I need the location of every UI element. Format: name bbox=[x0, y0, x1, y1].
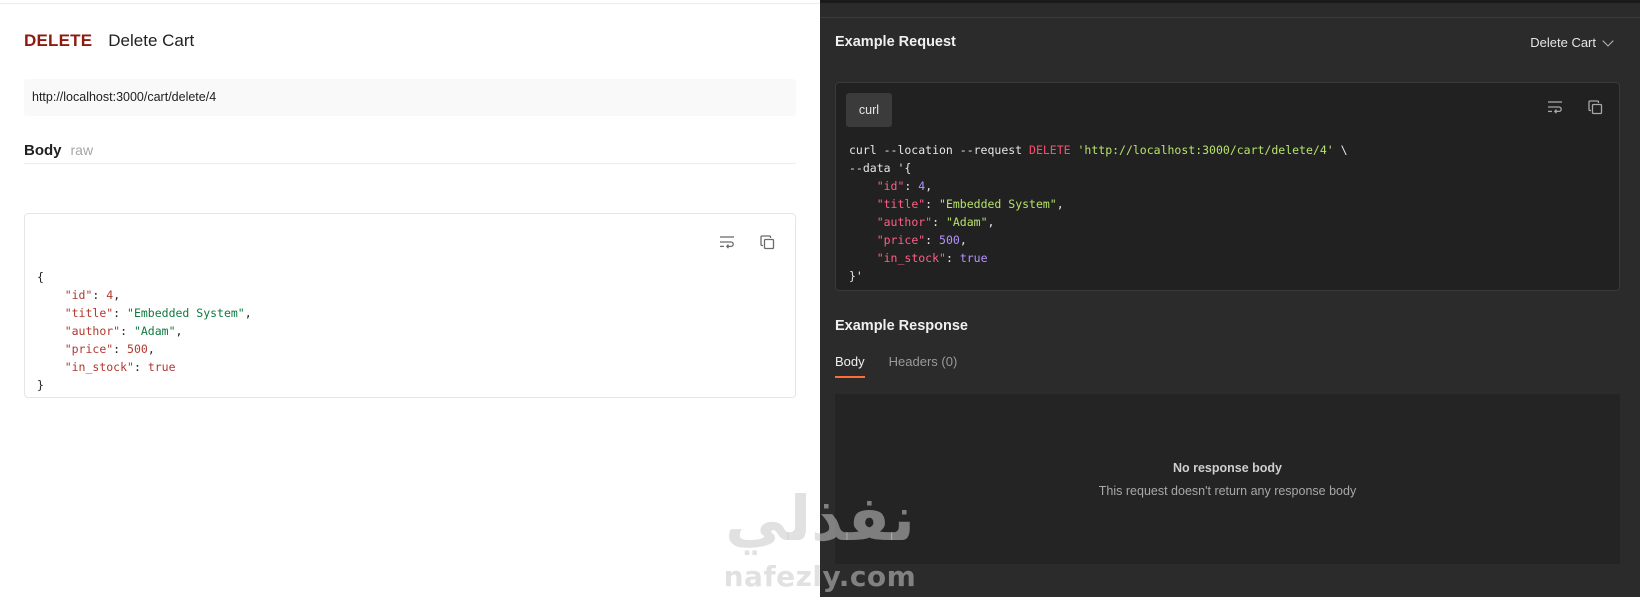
empty-state-subtitle: This request doesn't return any response… bbox=[1098, 484, 1357, 498]
top-divider bbox=[0, 3, 820, 4]
json-value: "Adam" bbox=[133, 324, 176, 338]
request-body-code: { "id": 4, "title": "Embedded System", "… bbox=[24, 213, 796, 398]
wrap-text-icon[interactable] bbox=[1543, 95, 1567, 119]
curl-snippet: curl --location --request DELETE 'http:/… bbox=[849, 143, 1348, 283]
json-value: 500 bbox=[127, 342, 148, 356]
tab-body[interactable]: Body bbox=[835, 354, 865, 378]
wrap-text-icon[interactable] bbox=[715, 230, 739, 254]
body-label: Body bbox=[24, 142, 62, 159]
body-mode: raw bbox=[70, 142, 94, 158]
response-tabs: Body Headers (0) bbox=[835, 354, 957, 378]
json-key: "in_stock" bbox=[64, 360, 134, 374]
json-key: "id" bbox=[64, 288, 93, 302]
copy-icon[interactable] bbox=[755, 230, 779, 254]
json-key: "price" bbox=[64, 342, 114, 356]
json-close-brace: } bbox=[37, 378, 44, 392]
json-comma: , bbox=[113, 288, 121, 302]
json-body: { "id": 4, "title": "Embedded System", "… bbox=[37, 270, 252, 392]
json-key: "in_stock" bbox=[876, 251, 946, 265]
json-open-brace: { bbox=[37, 270, 44, 284]
example-selector-label: Delete Cart bbox=[1530, 35, 1596, 50]
chevron-down-icon bbox=[1602, 34, 1614, 47]
request-method: DELETE bbox=[24, 31, 93, 50]
json-key: "price" bbox=[876, 233, 926, 247]
curl-data-end: }' bbox=[849, 269, 863, 283]
example-selector[interactable]: Delete Cart bbox=[1530, 34, 1614, 50]
json-key: "title" bbox=[876, 197, 926, 211]
copy-icon[interactable] bbox=[1583, 95, 1607, 119]
panel-divider bbox=[820, 17, 1640, 18]
curl-code-block: curl curl --location --request DELETE 'h… bbox=[835, 82, 1620, 291]
json-comma: , bbox=[959, 233, 967, 247]
top-bar bbox=[820, 0, 1640, 3]
json-comma: , bbox=[175, 324, 183, 338]
json-key: "title" bbox=[64, 306, 114, 320]
json-key: "id" bbox=[876, 179, 905, 193]
json-value: 500 bbox=[939, 233, 960, 247]
json-value: true bbox=[959, 251, 988, 265]
example-request-title: Example Request bbox=[835, 34, 956, 50]
json-comma: , bbox=[987, 215, 995, 229]
json-value: true bbox=[147, 360, 176, 374]
tab-headers[interactable]: Headers (0) bbox=[889, 354, 958, 378]
code-toolbar bbox=[715, 230, 779, 254]
curl-method: DELETE bbox=[1029, 143, 1071, 157]
json-comma: , bbox=[1056, 197, 1064, 211]
json-value: "Adam" bbox=[945, 215, 988, 229]
response-body-area: No response body This request doesn't re… bbox=[835, 394, 1620, 564]
body-header: Body raw bbox=[24, 142, 796, 164]
json-value: "Embedded System" bbox=[127, 306, 245, 320]
curl-url: 'http://localhost:3000/cart/delete/4' bbox=[1077, 143, 1334, 157]
request-url[interactable]: http://localhost:3000/cart/delete/4 bbox=[24, 79, 796, 116]
empty-state-title: No response body bbox=[1172, 461, 1283, 475]
curl-command: curl --location --request bbox=[849, 143, 1030, 157]
json-comma: , bbox=[244, 306, 252, 320]
language-tab-curl[interactable]: curl bbox=[846, 93, 892, 127]
json-value: "Embedded System" bbox=[939, 197, 1057, 211]
example-panel: Example Request Delete Cart curl curl --… bbox=[820, 0, 1640, 597]
json-comma: , bbox=[147, 342, 155, 356]
curl-continuation: \ bbox=[1333, 143, 1348, 157]
request-name: Delete Cart bbox=[108, 31, 195, 50]
request-panel: DELETE Delete Cart http://localhost:3000… bbox=[0, 0, 820, 597]
example-response-title: Example Response bbox=[835, 318, 968, 334]
request-header: DELETE Delete Cart bbox=[24, 31, 194, 51]
curl-toolbar bbox=[1543, 95, 1607, 119]
json-key: "author" bbox=[876, 215, 933, 229]
curl-data-flag: --data '{ bbox=[849, 161, 912, 175]
json-comma: , bbox=[925, 179, 933, 193]
json-key: "author" bbox=[64, 324, 121, 338]
